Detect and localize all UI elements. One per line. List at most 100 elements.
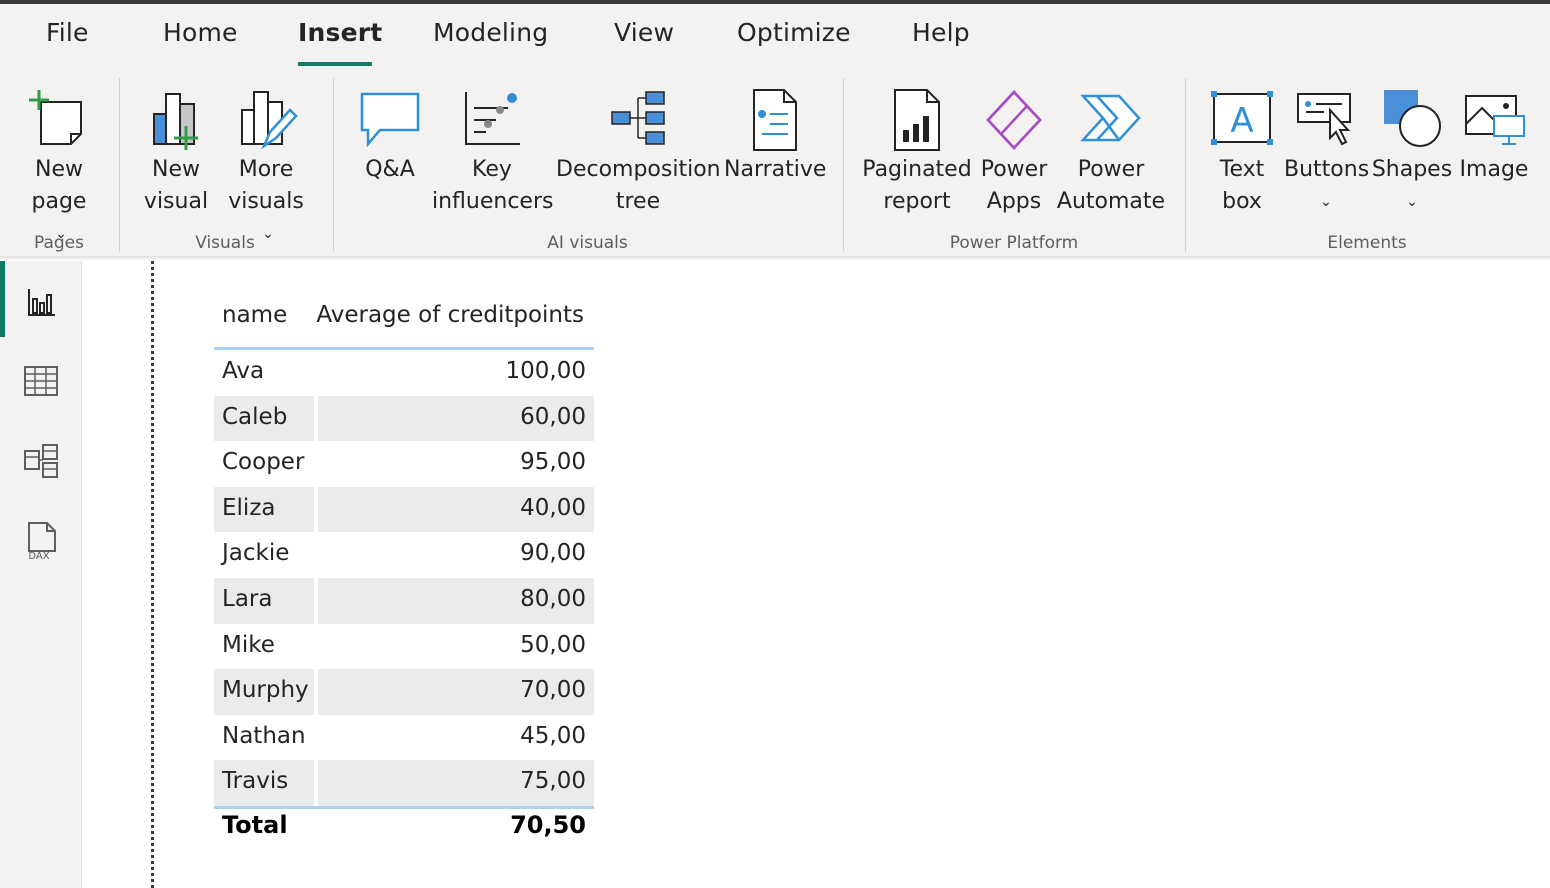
buttons-label: Buttons — [1284, 157, 1370, 182]
tab-optimize[interactable]: Optimize — [737, 18, 851, 47]
report-page-edge — [151, 261, 154, 888]
more-visuals-icon — [241, 91, 298, 150]
qa-button[interactable]: Q&A — [350, 70, 430, 230]
key-influencers-label-1: Key — [472, 157, 512, 182]
cell-average-creditpoints: 40,00 — [520, 494, 586, 521]
active-tab-indicator — [298, 62, 372, 66]
tab-modeling[interactable]: Modeling — [433, 18, 548, 47]
cell-average-creditpoints: 60,00 — [520, 403, 586, 430]
column-header-average-creditpoints[interactable]: Average of creditpoints — [316, 302, 584, 328]
column-divider — [314, 486, 318, 533]
group-label-pages: Pages — [33, 233, 84, 253]
buttons-button[interactable]: Buttons ⌄ — [1284, 70, 1370, 230]
power-apps-label-1: Power — [980, 157, 1048, 182]
cell-name: Eliza — [222, 494, 276, 521]
model-view-button[interactable] — [0, 421, 82, 501]
total-value: 70,50 — [510, 810, 586, 839]
image-icon — [1465, 95, 1525, 145]
image-label: Image — [1459, 157, 1529, 182]
decomposition-tree-button[interactable]: Decomposition tree — [556, 70, 721, 230]
power-apps-button[interactable]: Power Apps — [976, 70, 1052, 230]
image-button[interactable]: Image — [1456, 70, 1532, 230]
table-row[interactable]: Jackie 90,00 — [214, 532, 594, 578]
cell-name: Ava — [222, 358, 265, 384]
table-view-button[interactable] — [0, 341, 82, 421]
table-row[interactable]: Travis 75,00 — [214, 760, 594, 806]
cell-average-creditpoints: 100,00 — [505, 358, 586, 384]
new-page-icon — [29, 90, 82, 145]
cell-average-creditpoints: 70,00 — [520, 677, 586, 704]
decomposition-tree-label-1: Decomposition — [556, 157, 721, 182]
svg-text:A: A — [1230, 101, 1253, 141]
group-label-elements: Elements — [1327, 233, 1407, 253]
tab-insert[interactable]: Insert — [298, 18, 382, 47]
text-box-label-1: Text — [1219, 157, 1265, 182]
more-visuals-button[interactable]: More visuals ⌄ — [222, 70, 310, 242]
view-rail: DAX — [0, 261, 82, 888]
new-visual-button[interactable]: New visual — [140, 70, 212, 230]
new-visual-icon — [153, 93, 198, 150]
cell-average-creditpoints: 75,00 — [520, 768, 586, 795]
qa-icon — [360, 92, 420, 148]
key-influencers-button[interactable]: Key influencers — [432, 70, 554, 230]
ribbon-tabs: File Home Insert Modeling View Optimize … — [0, 4, 1550, 70]
new-visual-label-2: visual — [143, 189, 209, 214]
report-view-button[interactable] — [0, 261, 82, 341]
table-body: Ava 100,00 Caleb 60,00 Cooper 95,00 Eliza 40,00… — [214, 350, 594, 806]
power-automate-label-1: Power — [1077, 157, 1145, 182]
cell-average-creditpoints: 45,00 — [520, 722, 586, 749]
tab-home[interactable]: Home — [163, 18, 238, 47]
narrative-label: Narrative — [724, 157, 827, 182]
group-label-ai-visuals: AI visuals — [547, 233, 628, 253]
shapes-icon — [1384, 90, 1441, 147]
power-apps-label-2: Apps — [986, 189, 1042, 214]
text-box-button[interactable]: A Text box — [1200, 70, 1284, 230]
table-row[interactable]: Eliza 40,00 — [214, 486, 594, 533]
ribbon-shadow — [0, 256, 1550, 261]
dax-label: DAX — [28, 551, 49, 561]
paginated-report-icon — [894, 89, 940, 151]
table-row[interactable]: Cooper 95,00 — [214, 441, 594, 487]
table-row[interactable]: Murphy 70,00 — [214, 669, 594, 715]
model-view-icon — [24, 444, 58, 478]
report-view-icon — [28, 289, 55, 316]
group-label-visuals: Visuals — [195, 233, 255, 253]
cell-average-creditpoints: 80,00 — [520, 585, 586, 612]
column-divider — [314, 395, 318, 442]
paginated-report-button[interactable]: Paginated report — [862, 70, 972, 230]
new-page-label-1: New — [35, 157, 83, 182]
decomposition-tree-icon — [611, 91, 665, 145]
group-divider — [333, 78, 334, 252]
cell-name: Caleb — [222, 403, 288, 430]
table-row[interactable]: Lara 80,00 — [214, 577, 594, 624]
chevron-down-icon: ⌄ — [1320, 194, 1332, 210]
tab-help[interactable]: Help — [912, 18, 970, 47]
power-apps-icon — [986, 90, 1042, 150]
tab-file[interactable]: File — [46, 18, 89, 47]
dax-query-view-button[interactable]: DAX — [0, 501, 82, 581]
tab-view[interactable]: View — [614, 18, 674, 47]
table-row[interactable]: Nathan 45,00 — [214, 715, 594, 761]
table-row[interactable]: Ava 100,00 — [214, 350, 594, 396]
cell-name: Lara — [222, 585, 273, 612]
power-automate-button[interactable]: Power Automate — [1056, 70, 1166, 230]
table-row[interactable]: Caleb 60,00 — [214, 395, 594, 442]
column-header-name[interactable]: name — [222, 302, 287, 328]
column-divider — [314, 760, 318, 806]
table-row[interactable]: Mike 50,00 — [214, 624, 594, 670]
cell-name: Nathan — [222, 722, 306, 749]
dax-query-view-icon: DAX — [28, 522, 56, 561]
new-page-label-2: page — [31, 189, 87, 214]
new-visual-label-1: New — [152, 157, 200, 182]
narrative-button[interactable]: Narrative — [724, 70, 827, 230]
cell-name: Mike — [222, 631, 275, 658]
key-influencers-icon — [465, 92, 520, 145]
ribbon: New page ⌄ Pages New visual More visuals ⌄… — [0, 70, 1550, 256]
cell-average-creditpoints: 50,00 — [520, 631, 586, 658]
key-influencers-label-2: influencers — [432, 189, 554, 214]
new-page-button[interactable]: New page ⌄ — [14, 70, 104, 242]
power-automate-icon — [1080, 94, 1141, 142]
table-visual[interactable]: name Average of creditpoints Ava 100,00 Ca… — [214, 290, 594, 846]
more-visuals-label-1: More — [238, 157, 294, 182]
shapes-button[interactable]: Shapes ⌄ — [1370, 70, 1454, 230]
